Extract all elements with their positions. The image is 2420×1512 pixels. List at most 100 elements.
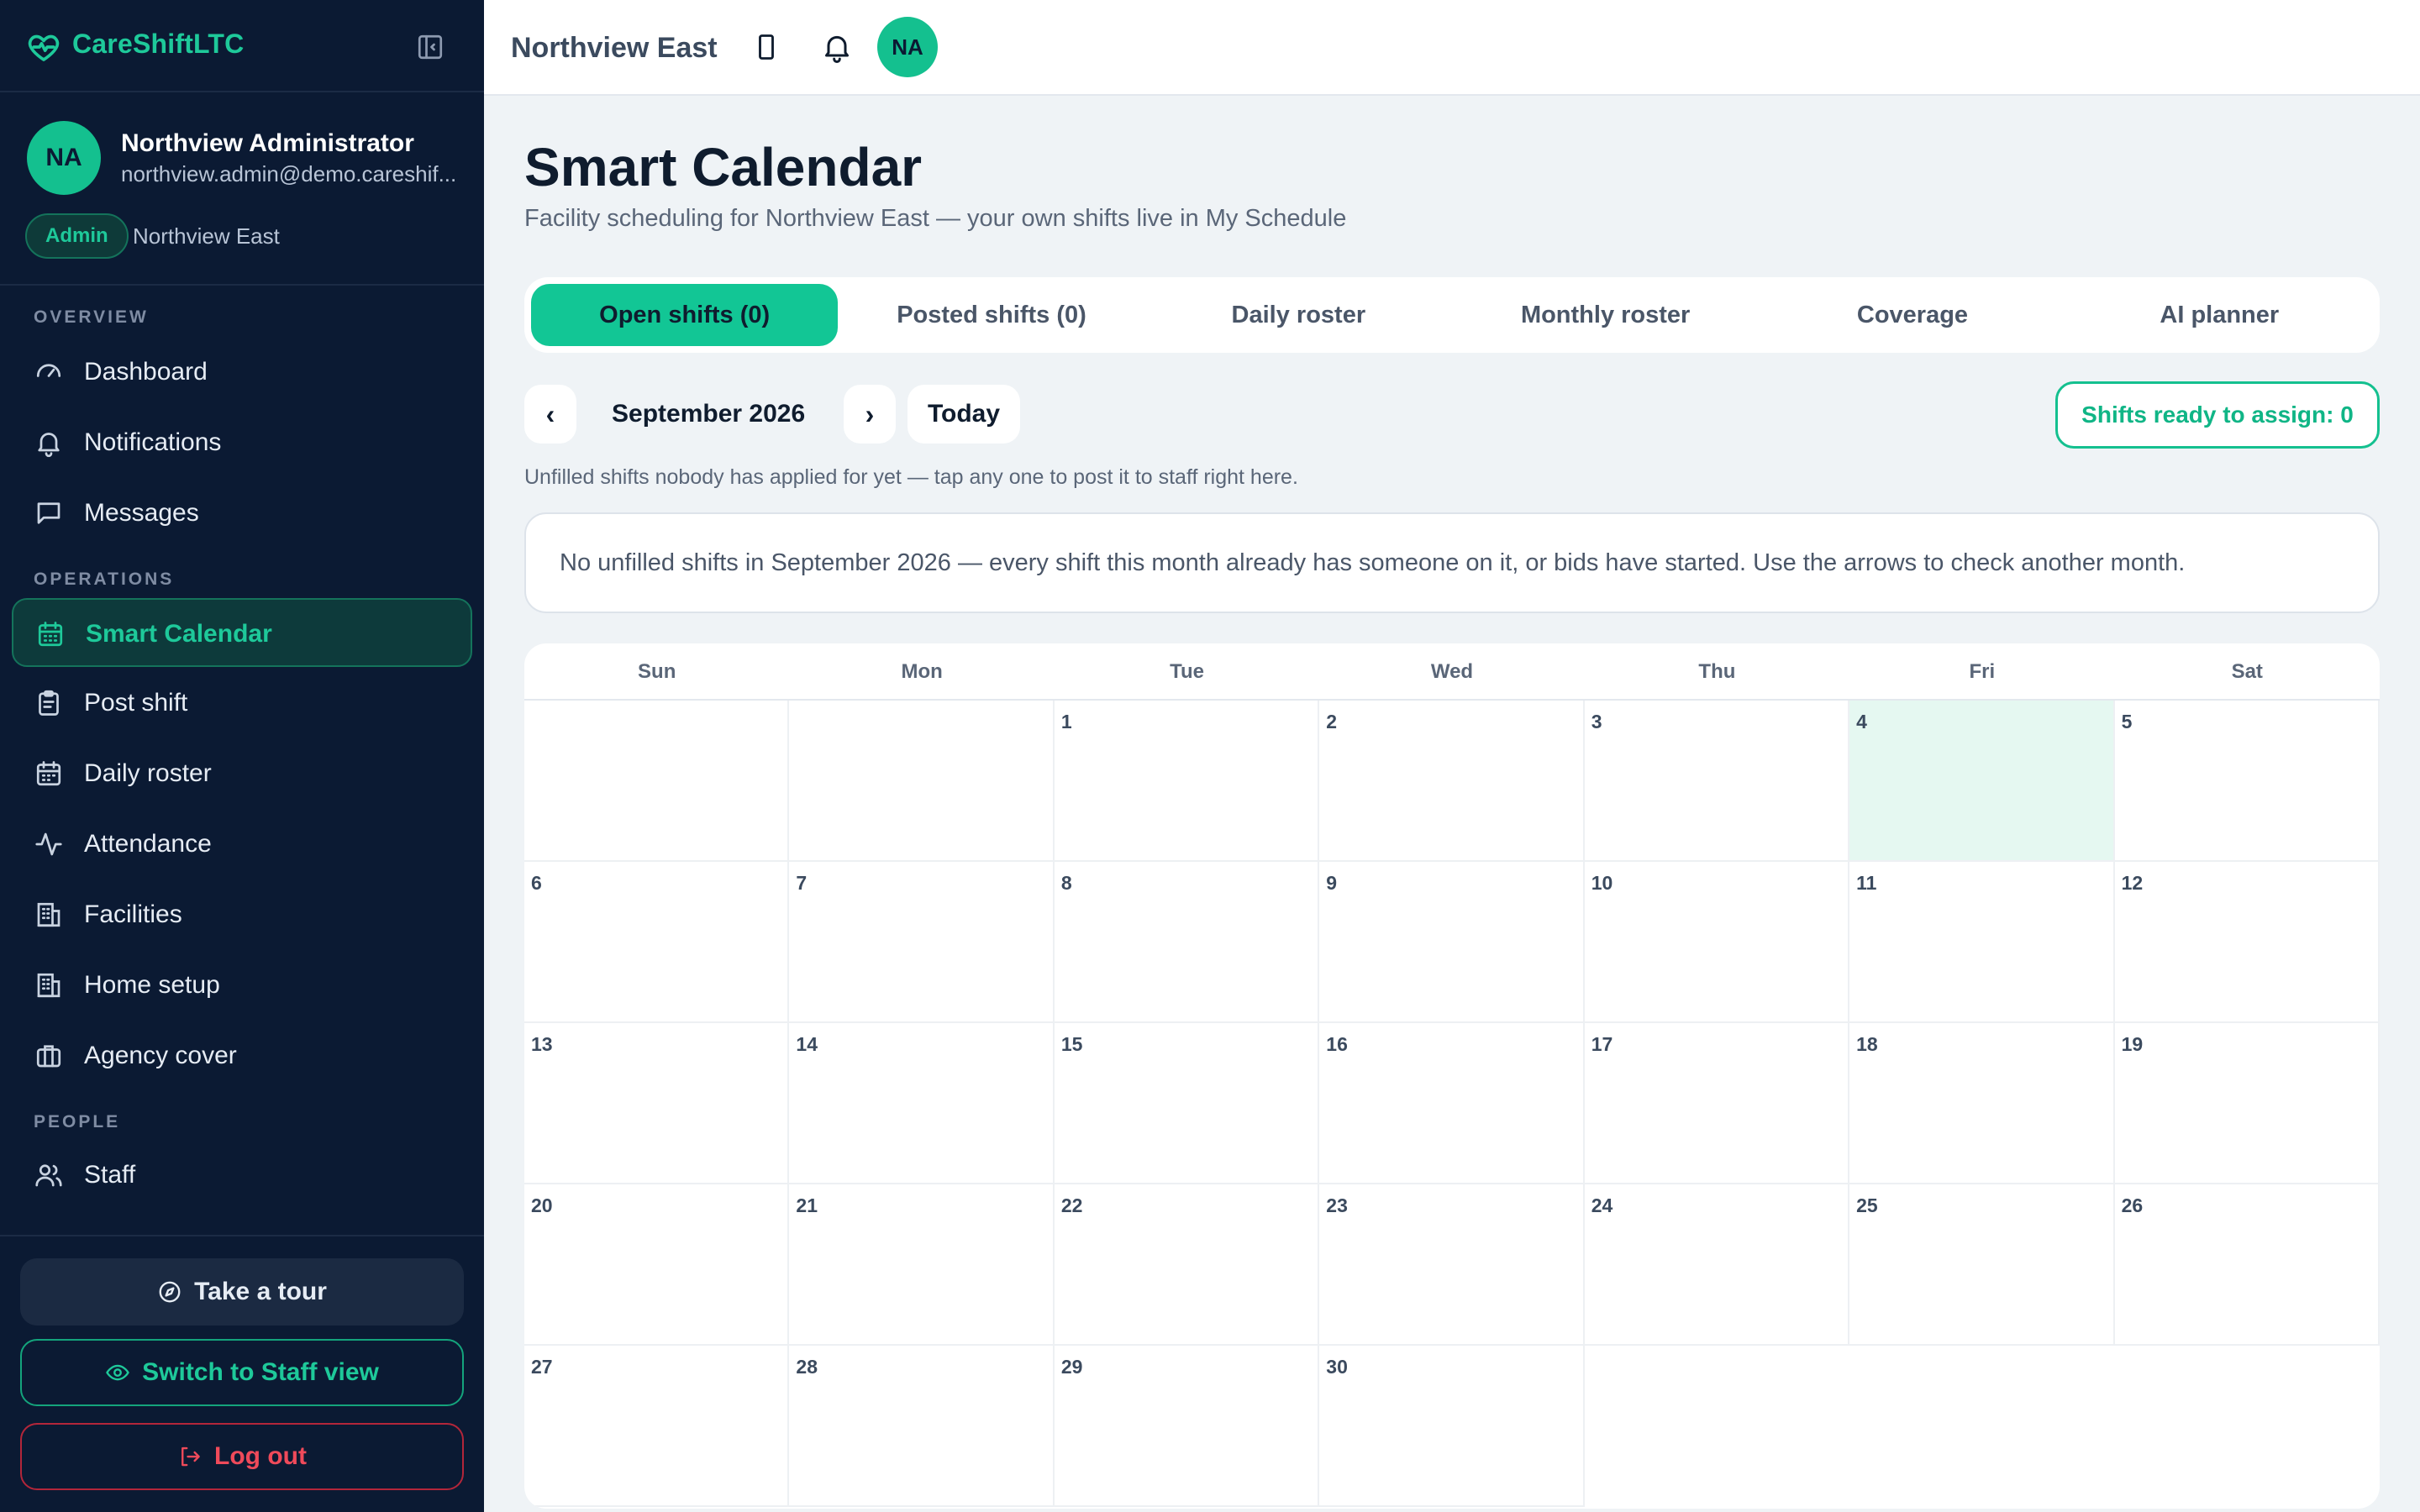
sidebar-item-post-shift[interactable]: Post shift (12, 669, 472, 738)
day-number: 3 (1591, 711, 1602, 732)
weekday-label: Sat (2231, 660, 2263, 683)
sidebar-item-label: Agency cover (84, 1042, 237, 1069)
calendar-day-cell[interactable]: 1 (1054, 701, 1320, 862)
next-month-button[interactable]: › (844, 385, 896, 444)
calendar-day-cell[interactable]: 12 (2114, 862, 2380, 1023)
avatar[interactable]: NA (877, 17, 938, 77)
day-number: 23 (1326, 1194, 1348, 1216)
day-number: 10 (1591, 872, 1613, 894)
calendar-day-cell[interactable]: 9 (1319, 862, 1585, 1023)
sidebar-item-agency-cover[interactable]: Agency cover (12, 1021, 472, 1090)
day-number: 26 (2121, 1194, 2144, 1216)
calendar-day-cell[interactable]: 10 (1584, 862, 1850, 1023)
calendar-day-cell[interactable]: 19 (2114, 1023, 2380, 1184)
day-number: 4 (1856, 711, 1867, 732)
avatar: NA (27, 121, 101, 195)
weekday-label: Thu (1698, 660, 1736, 683)
sidebar-item-label: Smart Calendar (86, 620, 272, 648)
nav-section-people: PEOPLE (34, 1112, 121, 1131)
message-square-icon (37, 502, 60, 524)
day-number: 22 (1060, 1194, 1083, 1216)
sidebar-collapse-icon[interactable] (415, 32, 445, 62)
tab-coverage[interactable]: Coverage (1759, 284, 2065, 346)
day-number: 17 (1591, 1033, 1613, 1055)
logout-button[interactable]: Log out (20, 1423, 464, 1490)
day-number: 1 (1060, 711, 1072, 732)
sidebar-item-label: Dashboard (84, 358, 208, 386)
sidebar-item-home-setup[interactable]: Home setup (12, 951, 472, 1020)
weekday-label: Wed (1430, 660, 1474, 683)
sidebar-item-label: Post shift (84, 689, 188, 717)
day-number: 24 (1591, 1194, 1613, 1216)
clipboard-icon (39, 690, 59, 716)
calendar-day-cell[interactable]: 22 (1054, 1184, 1320, 1346)
shifts-ready-button[interactable]: Shifts ready to assign: 0 (2055, 381, 2380, 449)
building-icon (37, 902, 60, 927)
tab-open-shifts[interactable]: Open shifts (0) (531, 284, 839, 346)
sidebar-item-messages[interactable]: Messages (12, 479, 472, 548)
smartphone-icon[interactable] (751, 32, 781, 62)
switch-staff-view-label: Switch to Staff view (142, 1358, 379, 1386)
tab-ai-planner[interactable]: AI planner (2066, 284, 2373, 346)
nav-section-overview: OVERVIEW (34, 307, 149, 327)
take-tour-button[interactable]: Take a tour (20, 1258, 464, 1326)
calendar-day-cell[interactable]: 21 (789, 1184, 1055, 1346)
calendar-day-cell[interactable]: 16 (1319, 1023, 1585, 1184)
calendar-day-cell[interactable]: 26 (2114, 1184, 2380, 1346)
calendar-day-cell[interactable]: 29 (1054, 1346, 1320, 1507)
sidebar-item-attendance[interactable]: Attendance (12, 810, 472, 879)
calendar-day-cell[interactable]: 24 (1584, 1184, 1850, 1346)
today-button[interactable]: Today (908, 385, 1020, 444)
bell-icon (38, 433, 60, 458)
take-tour-label: Take a tour (194, 1278, 327, 1305)
user-email: northview.admin@demo.careshif... (121, 161, 457, 186)
main-content: Smart Calendar Facility scheduling for N… (484, 96, 2420, 1512)
calendar-empty-cell (524, 701, 790, 862)
calendar-day-cell[interactable]: 5 (2114, 701, 2380, 862)
calendar-day-cell[interactable]: 15 (1054, 1023, 1320, 1184)
calendar-day-cell[interactable]: 25 (1849, 1184, 2115, 1346)
day-number: 2 (1326, 711, 1338, 732)
tab-daily-roster[interactable]: Daily roster (1145, 284, 1452, 346)
user-facility: Northview East (133, 223, 280, 249)
brand-row: CareShiftLTC (0, 0, 484, 92)
sidebar-nav: OVERVIEW Dashboard Notifications Message… (0, 286, 484, 1235)
calendar-day-cell[interactable]: 2 (1319, 701, 1585, 862)
facility-title: Northview East (511, 32, 718, 64)
calendar-day-cell[interactable]: 28 (789, 1346, 1055, 1507)
calendar-day-cell[interactable]: 8 (1054, 862, 1320, 1023)
calendar-day-cell[interactable]: 27 (524, 1346, 790, 1507)
gauge-icon (36, 364, 61, 377)
sidebar: CareShiftLTC NA Northview Administrator … (0, 0, 484, 1512)
calendar-day-cell[interactable]: 14 (789, 1023, 1055, 1184)
weekday-label: Sun (638, 660, 676, 683)
calendar-day-cell[interactable]: 7 (789, 862, 1055, 1023)
calendar-day-cell[interactable]: 4 (1849, 701, 2115, 862)
calendar-day-cell[interactable]: 23 (1319, 1184, 1585, 1346)
tab-posted-shifts[interactable]: Posted shifts (0) (838, 284, 1144, 346)
calendar-day-cell[interactable]: 13 (524, 1023, 790, 1184)
sidebar-item-smart-calendar[interactable]: Smart Calendar (12, 598, 472, 667)
sidebar-item-dashboard[interactable]: Dashboard (12, 338, 472, 407)
calendar-day-cell[interactable]: 20 (524, 1184, 790, 1346)
calendar-day-cell[interactable]: 18 (1849, 1023, 2115, 1184)
calendar-day-cell[interactable]: 17 (1584, 1023, 1850, 1184)
prev-month-button[interactable]: ‹ (524, 385, 576, 444)
sidebar-item-staff[interactable]: Staff (12, 1141, 472, 1210)
calendar-empty-cell (789, 701, 1055, 862)
day-number: 19 (2121, 1033, 2144, 1055)
calendar-day-cell[interactable]: 30 (1319, 1346, 1585, 1507)
calendar-day-cell[interactable]: 6 (524, 862, 790, 1023)
tab-monthly-roster[interactable]: Monthly roster (1452, 284, 1759, 346)
bell-icon[interactable] (820, 30, 854, 64)
day-number: 29 (1060, 1356, 1083, 1378)
calendar-day-cell[interactable]: 11 (1849, 862, 2115, 1023)
switch-staff-view-button[interactable]: Switch to Staff view (20, 1339, 464, 1406)
role-badge: Admin (25, 213, 129, 259)
sidebar-item-daily-roster[interactable]: Daily roster (12, 739, 472, 808)
sidebar-item-notifications[interactable]: Notifications (12, 408, 472, 477)
page-title: Smart Calendar (524, 137, 923, 197)
calendar-day-cell[interactable]: 3 (1584, 701, 1850, 862)
sidebar-item-facilities[interactable]: Facilities (12, 880, 472, 949)
sidebar-item-label: Facilities (84, 900, 182, 928)
